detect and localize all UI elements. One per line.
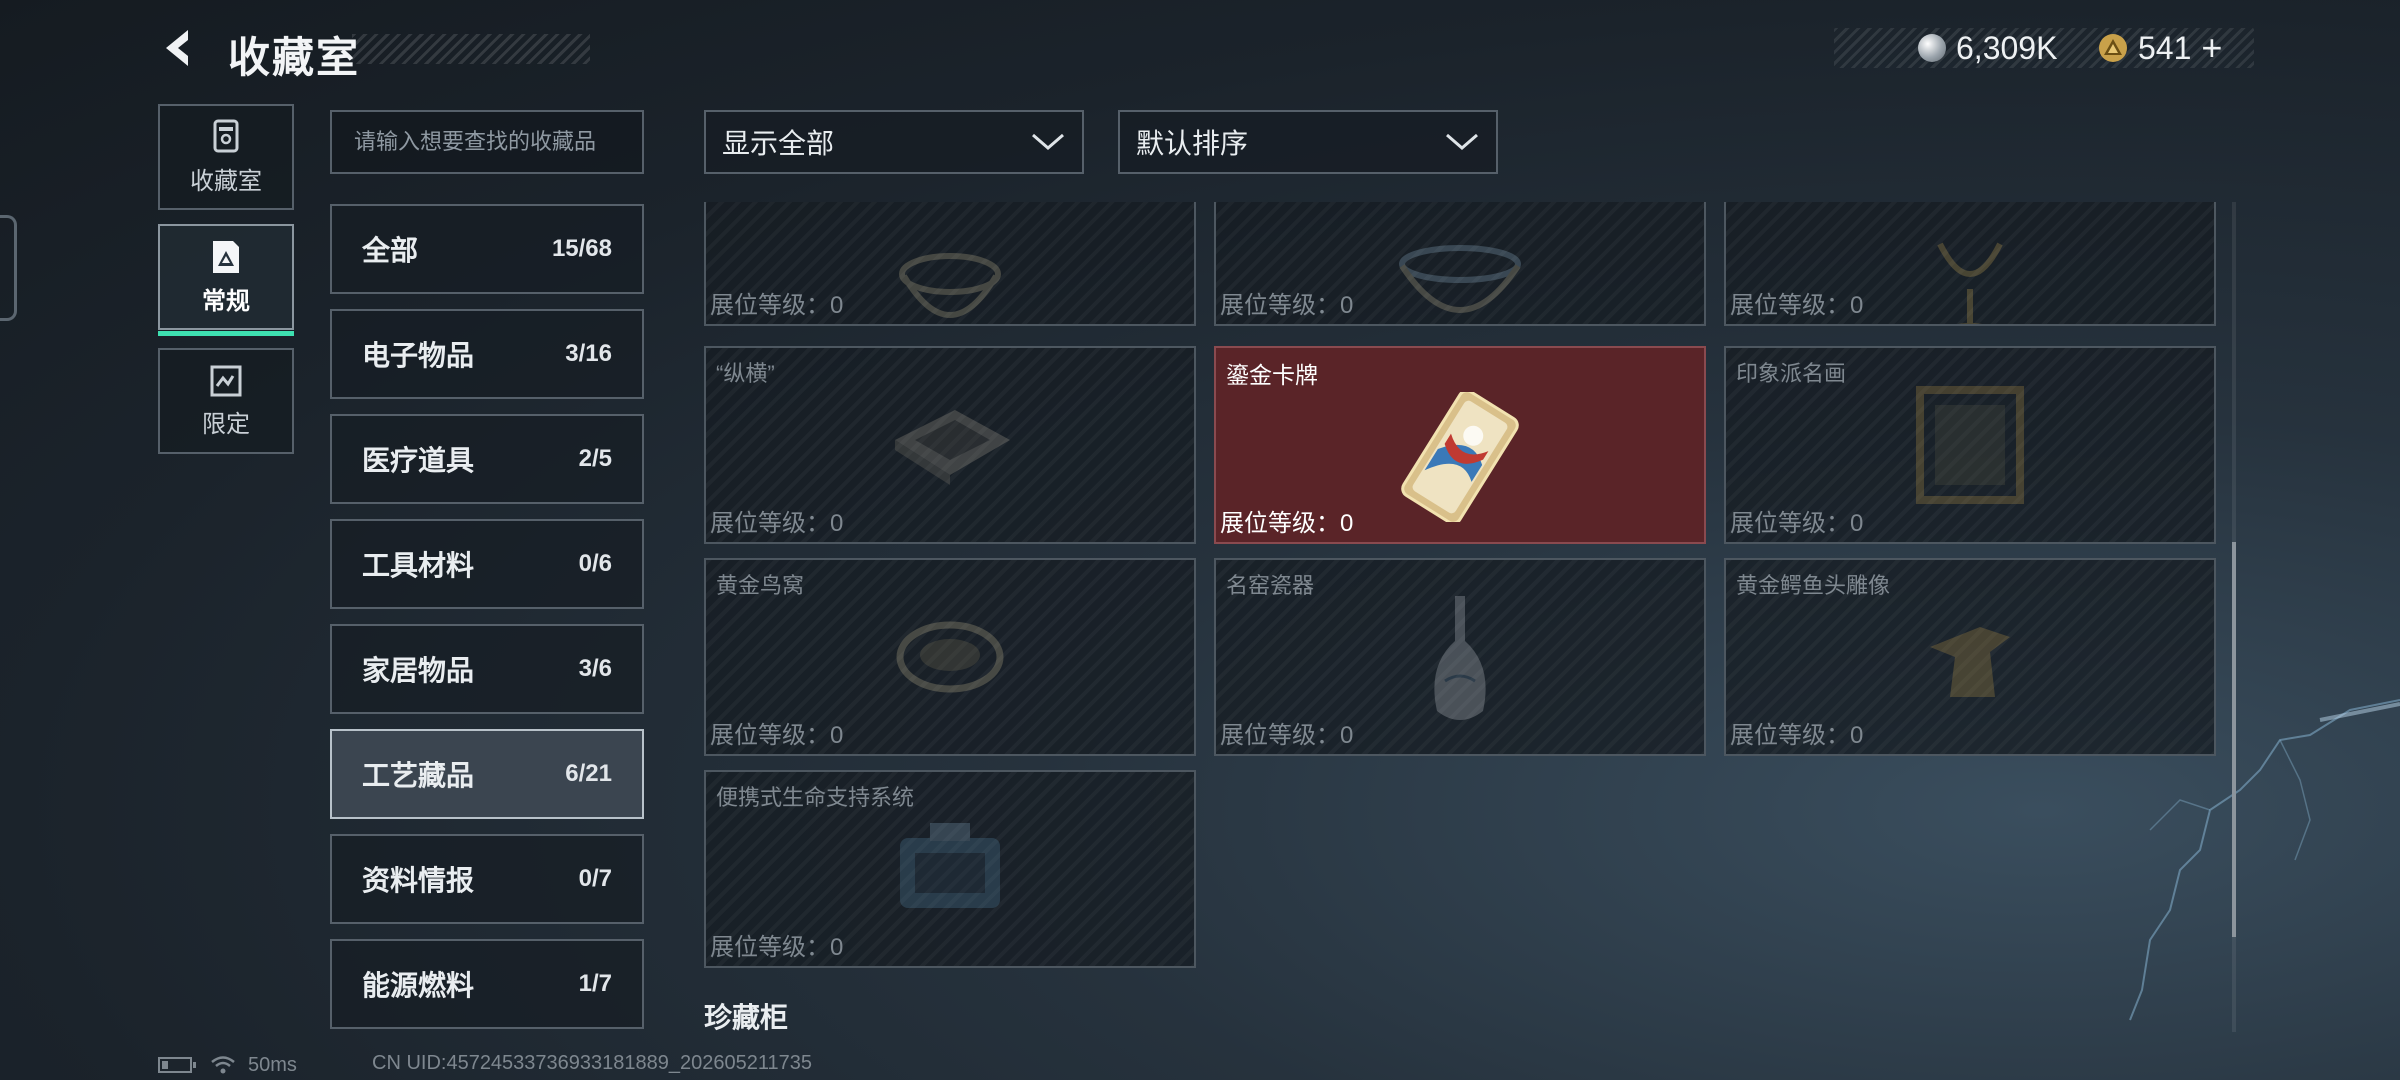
collection-card[interactable]: “纵横” 展位等级：0 [704,346,1196,544]
collection-card[interactable]: 展位等级：0 [704,202,1196,326]
category-count: 3/16 [565,340,612,367]
regular-icon [213,240,239,273]
collection-card[interactable]: 便携式生命支持系统 展位等级：0 [704,770,1196,968]
gilded-card-icon [1401,391,1519,522]
category-medical[interactable]: 医疗道具 2/5 [330,414,644,504]
painting-icon [1916,386,2024,504]
card-level: 展位等级：0 [710,292,844,319]
category-tools[interactable]: 工具材料 0/6 [330,519,644,609]
gold-amount: 541 [2138,29,2192,66]
life-support-icon [900,822,1000,908]
wifi-icon [211,1056,235,1074]
category-electronics[interactable]: 电子物品 3/16 [330,309,644,399]
card-level: 展位等级：0 [1730,722,1864,749]
bowl-icon [899,253,1001,318]
collection-card[interactable]: 黄金鳄鱼头雕像 展位等级：0 [1724,558,2216,756]
bird-nest-icon [896,621,1004,693]
silver-coin-icon [1918,34,1946,62]
battery-icon [158,1057,196,1073]
silver-currency: 6,309K [1918,28,2057,68]
category-count: 2/5 [578,445,612,472]
card-name: 黄金鸟窝 [716,573,805,598]
side-tab-collection-room[interactable]: 收藏室 [158,104,294,210]
add-currency-button[interactable]: + [2201,27,2222,69]
card-level: 展位等级：0 [710,722,844,749]
card-level: 展位等级：0 [1220,292,1354,319]
collection-card[interactable]: 展位等级：0 [1214,202,1706,326]
card-level: 展位等级：0 [1730,292,1864,319]
section-title-treasure-cabinet: 珍藏柜 [704,1002,789,1033]
goblet-icon [1937,242,2003,324]
card-level: 展位等级：0 [1220,510,1354,537]
porcelain-vase-icon [1434,595,1486,720]
collection-card[interactable]: 黄金鸟窝 展位等级：0 [704,558,1196,756]
collection-card[interactable]: 展位等级：0 [1724,202,2216,326]
category-crafts[interactable]: 工艺藏品 6/21 [330,729,644,819]
category-count: 6/21 [565,760,612,787]
chessboard-icon [895,410,1010,485]
category-count: 0/7 [578,865,612,892]
card-level: 展位等级：0 [1220,722,1354,749]
collection-card[interactable]: 印象派名画 展位等级：0 [1724,346,2216,544]
collection-grid: 展位等级：0 展位等级：0 展位等级：0 “纵横” 展位等级：0 鎏金卡牌 展位… [704,202,2220,1042]
category-name: 工艺藏品 [362,760,475,791]
side-tab-label: 限定 [202,410,250,438]
limited-icon [210,365,242,396]
grid-scrollbar[interactable] [2232,202,2236,1032]
category-name: 家居物品 [362,655,475,686]
category-count: 0/6 [578,550,612,577]
category-name: 工具材料 [362,550,475,581]
collection-room-icon [213,119,239,152]
category-count: 3/6 [578,655,612,682]
crocodile-statue-icon [1930,627,2010,697]
category-count: 1/7 [578,970,612,997]
back-arrow-icon[interactable] [158,26,202,70]
title-hatch-decoration [352,34,590,64]
category-all[interactable]: 全部 15/68 [330,204,644,294]
chevron-down-icon [1032,133,1064,150]
user-uid: CN UID:4572453373693318​1889_20260521173… [372,1052,813,1074]
show-filter-value: 显示全部 [722,128,835,159]
page-title: 收藏室 [228,34,361,81]
category-name: 医疗道具 [362,445,475,476]
scrollbar-thumb[interactable] [2232,542,2236,937]
collection-card[interactable]: 名窑瓷器 展位等级：0 [1214,558,1706,756]
show-filter-dropdown[interactable]: 显示全部 [704,110,1084,174]
category-name: 能源燃料 [362,970,475,1001]
card-name: 名窑瓷器 [1226,573,1315,598]
collection-card-gilded-card[interactable]: 鎏金卡牌 展位等级：0 [1214,346,1706,544]
search-input[interactable] [330,110,644,174]
category-name: 全部 [362,235,419,266]
category-household[interactable]: 家居物品 3/6 [330,624,644,714]
sort-dropdown[interactable]: 默认排序 [1118,110,1498,174]
ping-value: 50ms [248,1053,297,1076]
category-energy[interactable]: 能源燃料 1/7 [330,939,644,1029]
chevron-down-icon [1446,133,1478,150]
gold-coin-icon [2099,34,2127,62]
side-tab-label: 常规 [202,287,250,315]
category-name: 电子物品 [362,340,475,371]
card-name: 黄金鳄鱼头雕像 [1736,573,1891,598]
silver-amount: 6,309K [1956,29,2058,66]
card-level: 展位等级：0 [710,934,844,961]
side-tab-label: 收藏室 [190,167,262,195]
card-level: 展位等级：0 [1730,510,1864,537]
category-intel[interactable]: 资料情报 0/7 [330,834,644,924]
category-count: 15/68 [551,235,612,262]
side-tab-limited[interactable]: 限定 [158,348,294,454]
category-name: 资料情报 [362,865,475,896]
sort-value: 默认排序 [1136,128,1249,159]
gold-currency: 541 + [2098,27,2222,69]
card-name: 便携式生命支持系统 [716,785,915,810]
side-edge-handle [0,215,17,321]
card-name: “纵横” [716,361,775,386]
cauldron-icon [1399,245,1521,314]
card-name: 印象派名画 [1736,361,1847,386]
card-name: 鎏金卡牌 [1226,362,1318,388]
side-tab-regular[interactable]: 常规 [158,224,294,336]
status-bar: 50ms [158,1052,297,1078]
card-level: 展位等级：0 [710,510,844,537]
